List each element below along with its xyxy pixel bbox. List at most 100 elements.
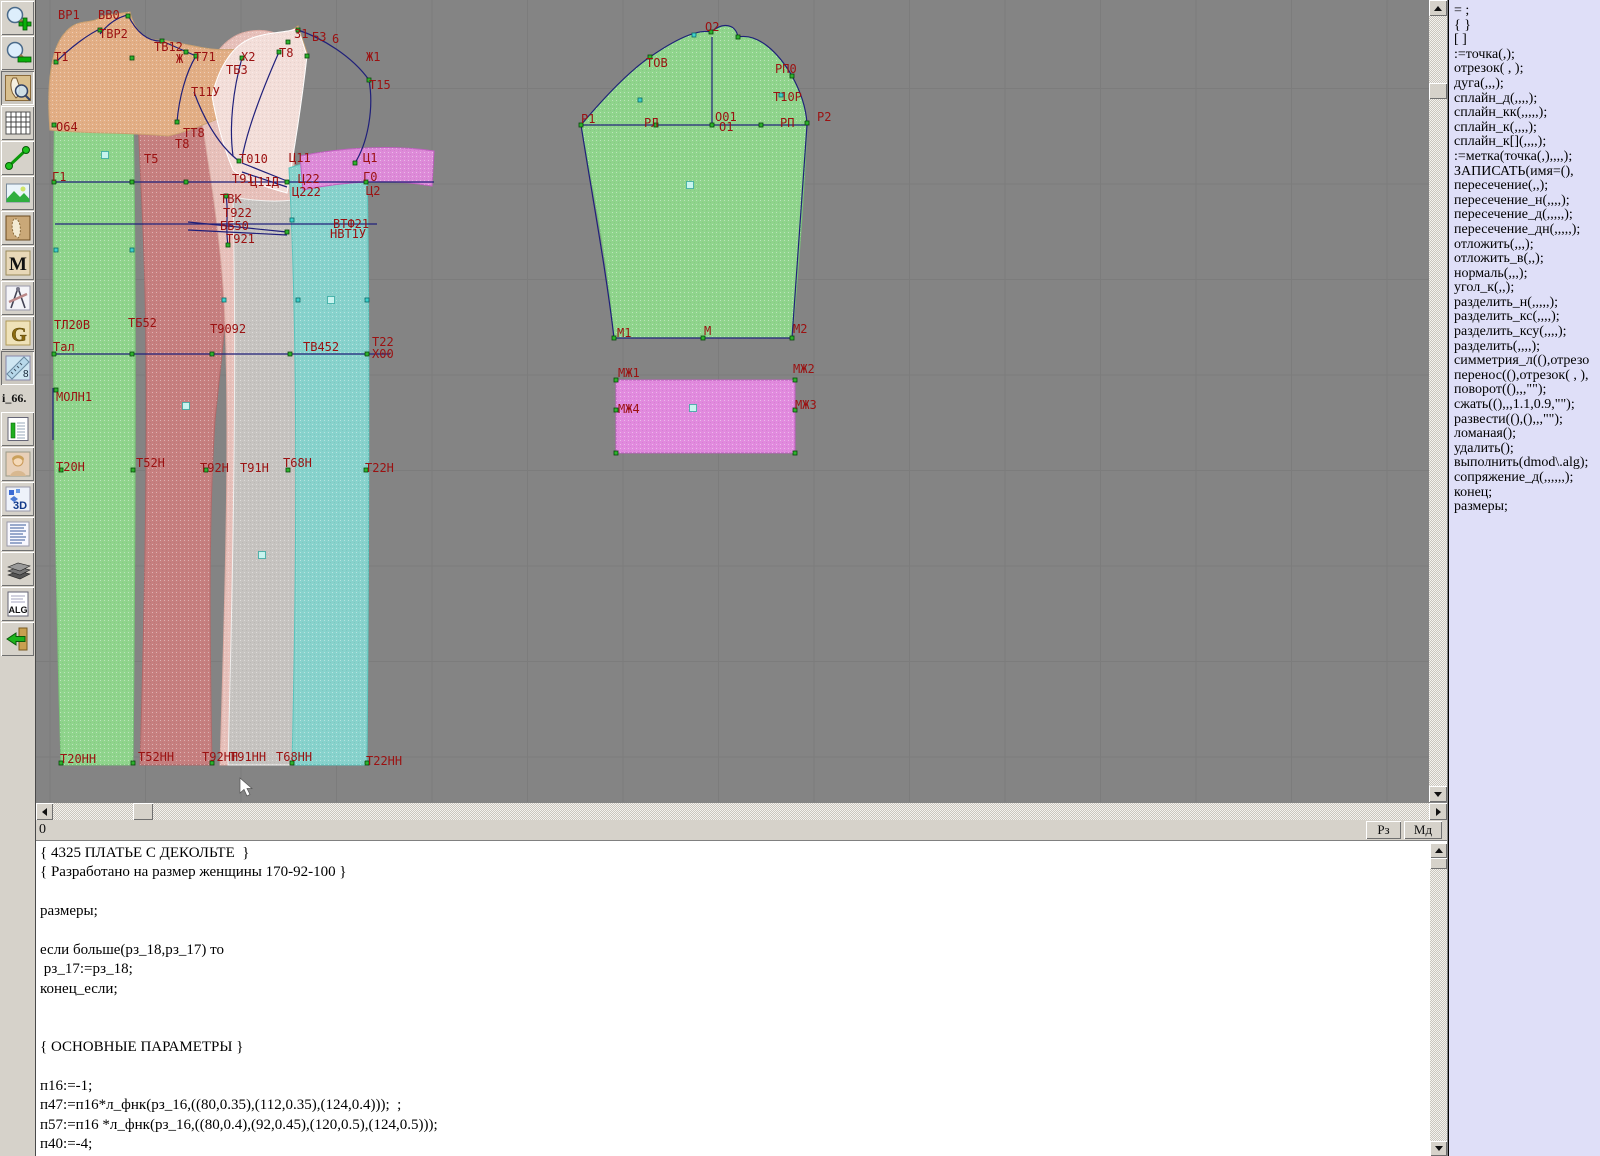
point-label: ТБ52 bbox=[128, 316, 157, 330]
point-label: Г0 bbox=[363, 170, 377, 184]
point-label: МЖ4 bbox=[618, 402, 640, 416]
command-item[interactable]: отложить_в(,,); bbox=[1454, 252, 1600, 267]
command-item[interactable]: сплайн_д(,,,,); bbox=[1454, 92, 1600, 107]
up-arrow-icon bbox=[1434, 848, 1443, 853]
command-item[interactable]: пересечение_н(,,,,); bbox=[1454, 194, 1600, 209]
command-item[interactable]: сопряжение_д(,,,,,,); bbox=[1454, 471, 1600, 486]
canvas-horizontal-scrollbar[interactable] bbox=[36, 803, 1429, 820]
3d-button[interactable]: 3D bbox=[1, 482, 34, 516]
command-list: = ;{ }[ ]:=точка(,); отрезок( , ); дуга(,,… bbox=[1449, 0, 1600, 515]
command-item[interactable]: пересечение_дн(,,,,,); bbox=[1454, 223, 1600, 238]
drafting-button[interactable] bbox=[1, 281, 34, 315]
command-item[interactable]: { } bbox=[1454, 19, 1600, 34]
measure-icon bbox=[4, 146, 30, 170]
command-item[interactable]: поворот((),,,""); bbox=[1454, 383, 1600, 398]
command-item[interactable]: сплайн_кк(,,,,,); bbox=[1454, 106, 1600, 121]
alg-button[interactable]: ALG bbox=[1, 587, 34, 621]
canvas-scroll-right-button[interactable] bbox=[1429, 803, 1447, 820]
canvas-vscroll-thumb[interactable] bbox=[1429, 83, 1447, 99]
command-item[interactable]: сжать((),,,1.1,0.9,""); bbox=[1454, 398, 1600, 413]
model-m-button[interactable]: M bbox=[1, 246, 34, 280]
zoom-in-icon bbox=[6, 6, 31, 31]
point-label: Б3 bbox=[312, 30, 326, 44]
point-label: Т8 bbox=[175, 137, 189, 151]
command-item[interactable]: разделить_кс(,,,,); bbox=[1454, 310, 1600, 325]
command-item[interactable]: пересечение(,,); bbox=[1454, 179, 1600, 194]
canvas-scroll-down-button[interactable] bbox=[1429, 786, 1447, 802]
command-item[interactable]: угол_к(,,); bbox=[1454, 281, 1600, 296]
command-item[interactable]: ломаная(); bbox=[1454, 427, 1600, 442]
text-list-button[interactable] bbox=[1, 517, 34, 551]
alg-doc-icon: ALG bbox=[7, 591, 28, 617]
pattern-canvas[interactable]: ВР1 ВВ0 ТВР2 Т1 ТВ12 Ж Т71 Х2 ТБ3 Т8 31 Б3 6 Ж1 Т15 Т11… bbox=[36, 0, 1429, 802]
command-item[interactable]: :=метка(точка(,),,,,); bbox=[1454, 150, 1600, 165]
command-item[interactable]: отрезок( , ); bbox=[1454, 62, 1600, 77]
svg-text:3D: 3D bbox=[12, 500, 26, 512]
down-arrow-icon bbox=[1434, 1146, 1443, 1151]
canvas-scroll-up-button[interactable] bbox=[1429, 0, 1447, 16]
measure-button[interactable] bbox=[1, 141, 34, 175]
command-item[interactable]: перенос((),отрезок( , ), bbox=[1454, 369, 1600, 384]
up-arrow-icon bbox=[1434, 5, 1442, 11]
command-item[interactable]: :=точка(,); bbox=[1454, 48, 1600, 63]
command-item[interactable]: сплайн_к(,,,,); bbox=[1454, 121, 1600, 136]
ruler-8-button[interactable]: 8 bbox=[1, 351, 34, 385]
code-vertical-scrollbar[interactable] bbox=[1430, 843, 1447, 1156]
point-label: РЛ bbox=[644, 116, 658, 130]
canvas-scroll-left-button[interactable] bbox=[36, 803, 53, 820]
left-toolbar: M G 8 i_66. 3D ALG bbox=[0, 0, 36, 1156]
point-label: Т20Н bbox=[56, 460, 85, 474]
command-item[interactable]: = ; bbox=[1454, 4, 1600, 19]
point-label: ВВ0 bbox=[98, 8, 120, 22]
code-vscroll-thumb[interactable] bbox=[1430, 858, 1447, 869]
view-piece-button[interactable] bbox=[1, 71, 34, 105]
command-item[interactable]: разделить(,,,,); bbox=[1454, 340, 1600, 355]
canvas-vertical-scrollbar[interactable] bbox=[1429, 0, 1447, 802]
grid-icon bbox=[5, 111, 30, 135]
pattern-frame-icon bbox=[5, 215, 30, 241]
command-item[interactable]: разделить_н(,,,,,); bbox=[1454, 296, 1600, 311]
command-item[interactable]: пересечение_д(,,,,,); bbox=[1454, 208, 1600, 223]
command-item[interactable]: развести((),(),,,""); bbox=[1454, 413, 1600, 428]
command-item[interactable]: разделить_ксу(,,,,); bbox=[1454, 325, 1600, 340]
code-scroll-up-button[interactable] bbox=[1430, 843, 1447, 858]
command-item[interactable]: дуга(,,,); bbox=[1454, 77, 1600, 92]
grazia-g-button[interactable]: G bbox=[1, 316, 34, 350]
point-label: М2 bbox=[793, 322, 807, 336]
command-item[interactable]: нормаль(,,,); bbox=[1454, 267, 1600, 282]
code-editor[interactable]: { 4325 ПЛАТЬЕ С ДЕКОЛЬТЕ } { Разработано… bbox=[36, 840, 1447, 1156]
command-item[interactable]: удалить(); bbox=[1454, 442, 1600, 457]
books-button[interactable] bbox=[1, 552, 34, 586]
point-label: Х00 bbox=[372, 347, 394, 361]
size-table-button[interactable] bbox=[1, 412, 34, 446]
canvas-hscroll-thumb[interactable] bbox=[133, 803, 153, 820]
point-label: Т20НН bbox=[60, 752, 96, 766]
command-item[interactable]: [ ] bbox=[1454, 33, 1600, 48]
command-item[interactable]: отложить(,,,); bbox=[1454, 238, 1600, 253]
md-button[interactable]: Мд bbox=[1404, 821, 1442, 839]
command-item[interactable]: сплайн_к[](,,,,); bbox=[1454, 135, 1600, 150]
command-item[interactable]: симметрия_л((),отрезо bbox=[1454, 354, 1600, 369]
point-label: ТЛ20В bbox=[54, 318, 90, 332]
command-item[interactable]: конец; bbox=[1454, 486, 1600, 501]
size-table-icon bbox=[7, 417, 28, 441]
photo-button[interactable] bbox=[1, 447, 34, 481]
point-label: Т921 bbox=[226, 232, 255, 246]
point-label: РП0 bbox=[775, 62, 797, 76]
image-button[interactable] bbox=[1, 176, 34, 210]
grid-button[interactable] bbox=[1, 106, 34, 140]
letter-g-icon: G bbox=[5, 320, 30, 346]
code-text[interactable]: { 4325 ПЛАТЬЕ С ДЕКОЛЬТЕ } { Разработано… bbox=[36, 841, 1447, 1156]
rz-button[interactable]: Рз bbox=[1366, 821, 1401, 839]
point-label: 31 bbox=[294, 27, 308, 41]
command-item[interactable]: выполнить(dmod\.alg); bbox=[1454, 456, 1600, 471]
point-label: МЖ2 bbox=[793, 362, 815, 376]
exit-button[interactable] bbox=[1, 622, 34, 656]
command-item[interactable]: ЗАПИСАТЬ(имя=(), bbox=[1454, 165, 1600, 180]
pattern-frame-button[interactable] bbox=[1, 211, 34, 245]
zoom-in-button[interactable] bbox=[1, 1, 34, 35]
zoom-out-button[interactable] bbox=[1, 36, 34, 70]
point-label: ТВК bbox=[220, 192, 242, 206]
command-item[interactable]: размеры; bbox=[1454, 500, 1600, 515]
code-scroll-down-button[interactable] bbox=[1430, 1141, 1447, 1156]
